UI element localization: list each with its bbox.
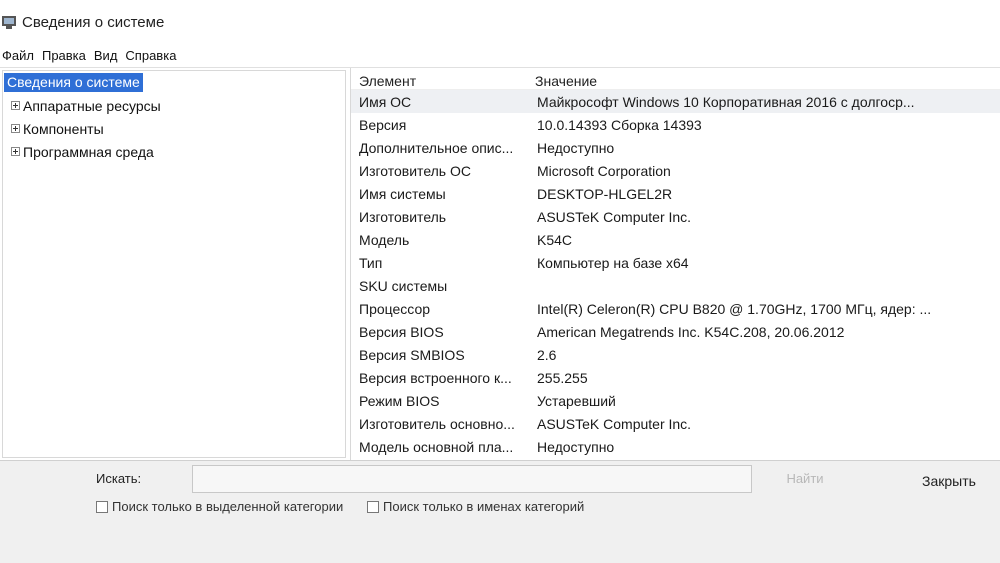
- window-title: Сведения о системе: [22, 13, 165, 31]
- row-element: Версия встроенного к...: [359, 369, 512, 386]
- menu-edit[interactable]: Правка: [40, 48, 90, 63]
- table-row[interactable]: Имя ОС Майкрософт Windows 10 Корпоративна…: [351, 90, 1000, 113]
- search-label: Искать:: [96, 471, 142, 486]
- table-row[interactable]: Тип Компьютер на базе x64: [351, 251, 1000, 274]
- checkbox-search-selected-category[interactable]: Поиск только в выделенной категории: [96, 499, 343, 514]
- expand-plus-icon[interactable]: [11, 101, 20, 110]
- checkbox-label: Поиск только в выделенной категории: [112, 499, 344, 514]
- table-row[interactable]: Имя системы DESKTOP-HLGEL2R: [351, 182, 1000, 205]
- expand-plus-icon[interactable]: [11, 147, 20, 156]
- row-element: Дополнительное опис...: [359, 139, 514, 156]
- row-element: Версия BIOS: [359, 323, 444, 340]
- row-value: Устаревший: [537, 392, 616, 409]
- row-value: Компьютер на базе x64: [537, 254, 689, 271]
- row-element: Модель: [359, 231, 410, 248]
- tree-item-components[interactable]: Компоненты: [3, 117, 345, 140]
- tree-item-hardware-resources[interactable]: Аппаратные ресурсы: [3, 94, 345, 117]
- row-value: 10.0.14393 Сборка 14393: [537, 116, 702, 133]
- system-information-window: Сведения о системе Файл Правка Вид Справ…: [0, 0, 1000, 563]
- row-value: DESKTOP-HLGEL2R: [537, 185, 673, 202]
- checkbox-search-category-names[interactable]: Поиск только в именах категорий: [367, 499, 584, 514]
- row-value: 255.255: [537, 369, 588, 386]
- row-element: Изготовитель основно...: [359, 415, 515, 432]
- main-content: Сведения о системе Аппаратные ресурсы Ко…: [0, 68, 1000, 460]
- row-value: ASUSTeK Computer Inc.: [537, 208, 692, 225]
- row-value: K54C: [537, 231, 573, 248]
- tree-item-system-summary[interactable]: Сведения о системе: [3, 71, 345, 94]
- column-header-element[interactable]: Элемент: [351, 73, 531, 89]
- row-value: American Megatrends Inc. K54C.208, 20.06…: [537, 323, 845, 340]
- tree-item-label: Программная среда: [23, 143, 154, 160]
- expand-plus-icon[interactable]: [11, 124, 20, 133]
- menu-file[interactable]: Файл: [0, 48, 38, 63]
- row-value: ASUSTeK Computer Inc.: [537, 415, 692, 432]
- menu-help[interactable]: Справка: [123, 48, 180, 63]
- row-element: Изготовитель ОС: [359, 162, 471, 179]
- row-element: Версия: [359, 116, 407, 133]
- table-row[interactable]: Версия встроенного к... 255.255: [351, 366, 1000, 389]
- row-value: Майкрософт Windows 10 Корпоративная 2016…: [537, 93, 915, 110]
- row-element: Процессор: [359, 300, 431, 317]
- row-element: Модель основной пла...: [359, 438, 514, 455]
- find-button[interactable]: Найти: [760, 471, 850, 486]
- table-row[interactable]: Режим BIOS Устаревший: [351, 389, 1000, 412]
- row-element: Режим BIOS: [359, 392, 440, 409]
- table-row[interactable]: Дополнительное опис... Недоступно: [351, 136, 1000, 159]
- table-row[interactable]: Версия SMBIOS 2.6: [351, 343, 1000, 366]
- row-value: Недоступно: [537, 438, 615, 455]
- tree-item-software-environment[interactable]: Программная среда: [3, 140, 345, 163]
- checkbox-label: Поиск только в именах категорий: [383, 499, 585, 514]
- row-value: Недоступно: [537, 139, 615, 156]
- checkbox-box[interactable]: [96, 500, 108, 513]
- row-element: Версия SMBIOS: [359, 346, 465, 363]
- details-table: Элемент Значение Имя ОС Майкрософт Window…: [350, 68, 1000, 460]
- row-element: Тип: [359, 254, 383, 271]
- menu-view[interactable]: Вид: [92, 48, 122, 63]
- table-row[interactable]: Модель основной пла... Недоступно: [351, 435, 1000, 458]
- search-input[interactable]: [192, 465, 752, 493]
- category-tree: Сведения о системе Аппаратные ресурсы Ко…: [2, 70, 346, 458]
- checkbox-box[interactable]: [367, 500, 379, 513]
- table-row[interactable]: Версия 10.0.14393 Сборка 14393: [351, 113, 1000, 136]
- table-row[interactable]: Версия BIOS American Megatrends Inc. K54C…: [351, 320, 1000, 343]
- row-value: 2.6: [537, 346, 557, 363]
- title-bar[interactable]: Сведения о системе: [0, 0, 1000, 44]
- table-row[interactable]: Модель K54C: [351, 228, 1000, 251]
- table-row[interactable]: Процессор Intel(R) Celeron(R) CPU B820 @ …: [351, 297, 1000, 320]
- row-value: Intel(R) Celeron(R) CPU B820 @ 1.70GHz, …: [537, 300, 932, 317]
- row-element: Имя системы: [359, 185, 446, 202]
- search-panel: Искать: Найти Закрыть Поиск только в выд…: [0, 460, 1000, 563]
- table-row[interactable]: Изготовитель ОС Microsoft Corporation: [351, 159, 1000, 182]
- row-element: Имя ОС: [359, 93, 412, 110]
- tree-item-label: Компоненты: [23, 120, 104, 137]
- tree-item-label: Сведения о системе: [4, 73, 143, 92]
- tree-item-label: Аппаратные ресурсы: [23, 97, 161, 114]
- row-element: SKU системы: [359, 277, 448, 294]
- system-info-icon: [2, 14, 16, 30]
- row-value: Microsoft Corporation: [537, 162, 671, 179]
- table-row[interactable]: Изготовитель основно... ASUSTeK Computer …: [351, 412, 1000, 435]
- menu-bar: Файл Правка Вид Справка: [0, 44, 1000, 68]
- table-row[interactable]: SKU системы: [351, 274, 1000, 297]
- table-header: Элемент Значение: [351, 68, 1000, 90]
- column-header-value[interactable]: Значение: [531, 73, 1000, 89]
- row-element: Изготовитель: [359, 208, 447, 225]
- table-row[interactable]: Изготовитель ASUSTeK Computer Inc.: [351, 205, 1000, 228]
- close-find-button[interactable]: Закрыть: [906, 473, 992, 489]
